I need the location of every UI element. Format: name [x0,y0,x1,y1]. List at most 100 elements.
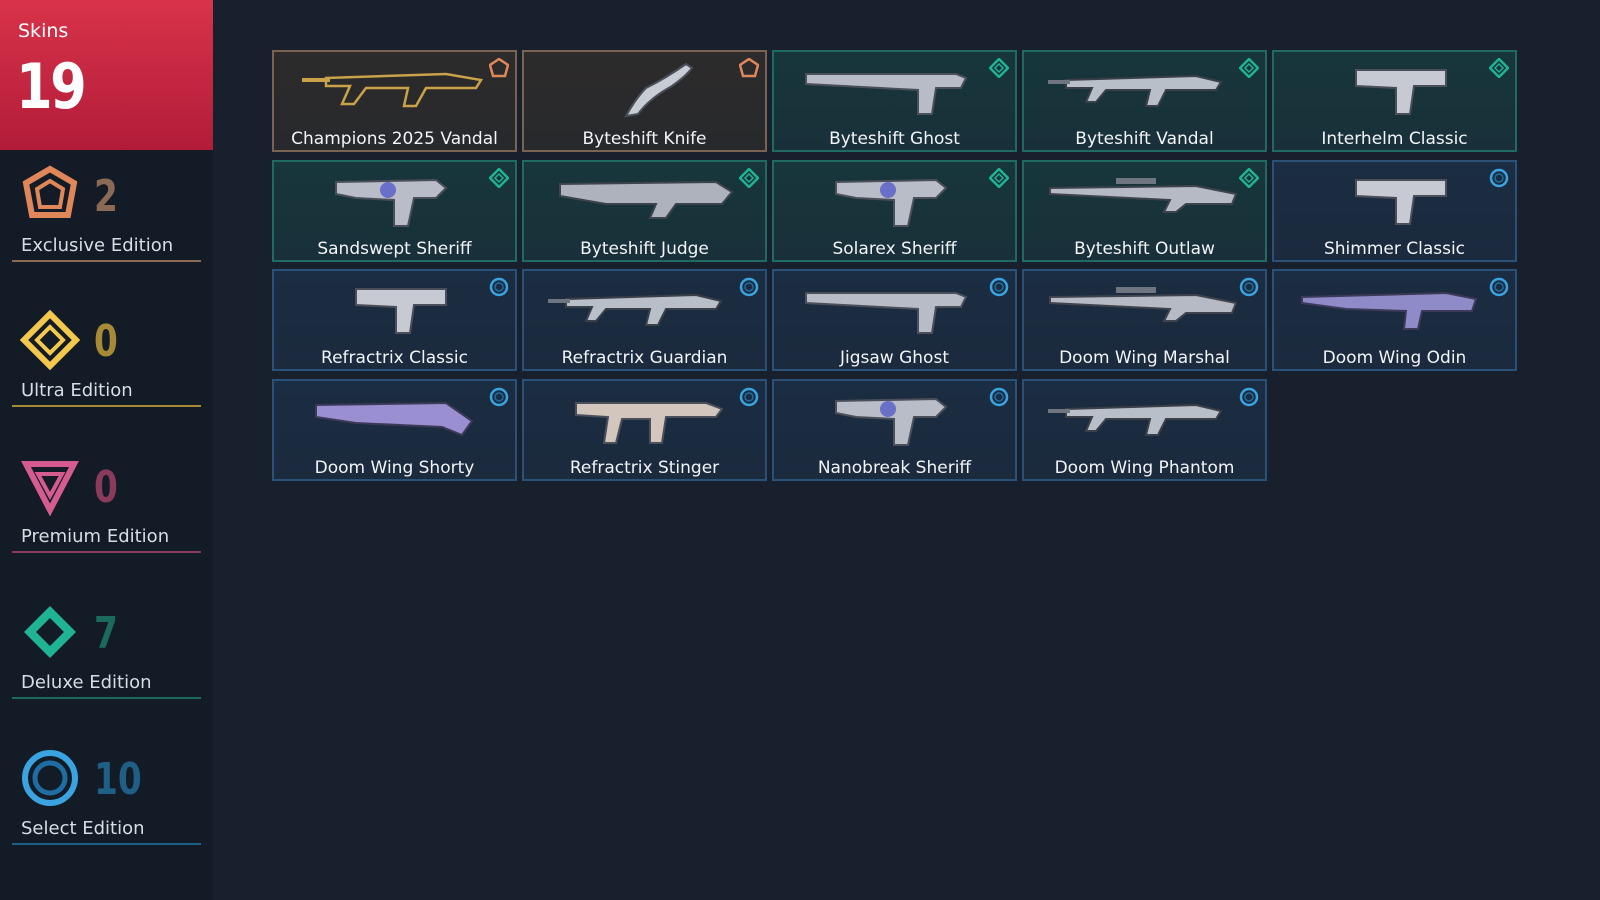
tier-count: 10 [94,754,142,805]
skin-card[interactable]: Refractrix Classic [272,269,517,371]
skin-card[interactable]: Refractrix Guardian [522,269,767,371]
deluxe-tier-icon [1239,58,1259,78]
skin-name: Jigsaw Ghost [840,348,949,368]
rifle-icon [1048,403,1223,436]
skin-card[interactable]: Byteshift Knife [522,50,767,152]
revolver-icon [335,178,448,227]
skin-card[interactable]: Sandswept Sheriff [272,159,517,262]
tier-count: 0 [94,316,118,367]
skin-name: Byteshift Ghost [829,129,960,149]
skin-name: Refractrix Stinger [569,457,720,478]
select-tier-icon [739,277,759,297]
tier-count: 2 [94,171,118,222]
tier-premium[interactable]: 0 Premium Edition [12,456,201,556]
tier-name: Premium Edition [21,526,170,547]
exclusive-edition-icon [22,165,78,218]
skin-card[interactable]: Solarex Sheriff [772,159,1017,262]
skin-card[interactable]: Byteshift Vandal [1022,50,1267,152]
shotgun-short-icon [315,401,474,436]
exclusive-tier-icon [489,58,509,78]
tier-underline [12,697,201,699]
skin-card[interactable]: Doom Wing Shorty [272,378,517,481]
tier-name: Ultra Edition [21,380,133,401]
pistol-icon [355,288,447,334]
exclusive-tier-icon [739,58,759,78]
skin-name: Solarex Sheriff [832,238,957,259]
skin-card[interactable]: Byteshift Outlaw [1022,159,1267,262]
skin-name: Refractrix Guardian [561,348,728,368]
skin-card[interactable]: Interhelm Classic [1272,50,1517,152]
deluxe-tier-icon [1239,167,1259,188]
rifle-icon [1048,74,1223,107]
revolver-icon [835,178,948,227]
sniper-icon [1049,287,1238,322]
skin-name: Shimmer Classic [1323,238,1466,259]
select-tier-icon [489,277,509,297]
total-skins-panel: Skins 19 [0,0,213,150]
sniper-icon [1049,177,1238,213]
tier-select[interactable]: 10 Select Edition [12,748,201,848]
rifle-gold-icon [302,72,484,108]
skin-name: Byteshift Judge [580,238,709,259]
select-tier-icon [989,387,1009,406]
skin-name: Doom Wing Shorty [314,457,475,478]
skin-card[interactable]: Jigsaw Ghost [772,269,1017,371]
pistol-silenced-icon [805,73,968,115]
tier-count: 7 [94,608,118,659]
deluxe-tier-icon [739,167,759,188]
skin-name: Champions 2025 Vandal [291,129,498,149]
skin-name: Nanobreak Sheriff [817,457,972,478]
select-tier-icon [1239,387,1259,406]
skin-card[interactable]: Byteshift Ghost [772,50,1017,152]
tier-deluxe[interactable]: 7 Deluxe Edition [12,602,201,702]
skin-card[interactable]: Champions 2025 Vandal [272,50,517,152]
skin-name: Byteshift Knife [582,129,707,149]
total-skins-count: 19 [16,50,87,123]
revolver-icon [835,397,948,446]
skin-card[interactable]: Doom Wing Marshal [1022,269,1267,371]
skin-name: Doom Wing Marshal [1059,348,1230,368]
tier-name: Exclusive Edition [21,235,174,256]
select-edition-icon [22,750,78,806]
tier-underline [12,551,201,553]
knife-icon [624,62,694,118]
smg-icon [575,401,724,444]
pistol-icon [1355,69,1447,115]
skin-name: Doom Wing Odin [1322,348,1467,368]
select-tier-icon [1239,277,1259,297]
skin-card[interactable]: Refractrix Stinger [522,378,767,481]
skin-name: Sandswept Sheriff [317,238,472,259]
premium-edition-icon [21,461,79,516]
machinegun-icon [1301,291,1478,330]
tier-name: Deluxe Edition [21,672,152,693]
tier-count: 0 [94,462,118,513]
select-tier-icon [489,387,509,406]
deluxe-tier-icon [489,167,509,188]
ultra-edition-icon [20,310,80,370]
select-tier-icon [989,277,1009,297]
skin-card[interactable]: Shimmer Classic [1272,159,1517,262]
rifle-icon [548,293,723,326]
tier-ultra[interactable]: 0 Ultra Edition [12,310,201,410]
deluxe-tier-icon [989,167,1009,188]
shotgun-icon [559,180,734,219]
deluxe-tier-icon [1489,58,1509,78]
select-tier-icon [1489,277,1509,297]
pistol-silenced-icon [805,292,968,334]
sidebar: Skins 19 2 Exclusive Edition 0 Ultra Edi… [0,0,213,900]
skin-card[interactable]: Doom Wing Odin [1272,269,1517,371]
tier-underline [12,843,201,845]
skin-name: Byteshift Vandal [1075,129,1214,149]
skin-name: Doom Wing Phantom [1054,457,1235,478]
skin-card[interactable]: Doom Wing Phantom [1022,378,1267,481]
skin-name: Interhelm Classic [1321,129,1468,149]
deluxe-tier-icon [989,58,1009,78]
tier-underline [12,260,201,262]
select-tier-icon [1489,168,1509,187]
skin-card[interactable]: Byteshift Judge [522,159,767,262]
skin-card[interactable]: Nanobreak Sheriff [772,378,1017,481]
skin-name: Refractrix Classic [321,348,468,368]
deluxe-edition-icon [24,606,76,658]
tier-underline [12,405,201,407]
tier-exclusive[interactable]: 2 Exclusive Edition [12,165,201,265]
